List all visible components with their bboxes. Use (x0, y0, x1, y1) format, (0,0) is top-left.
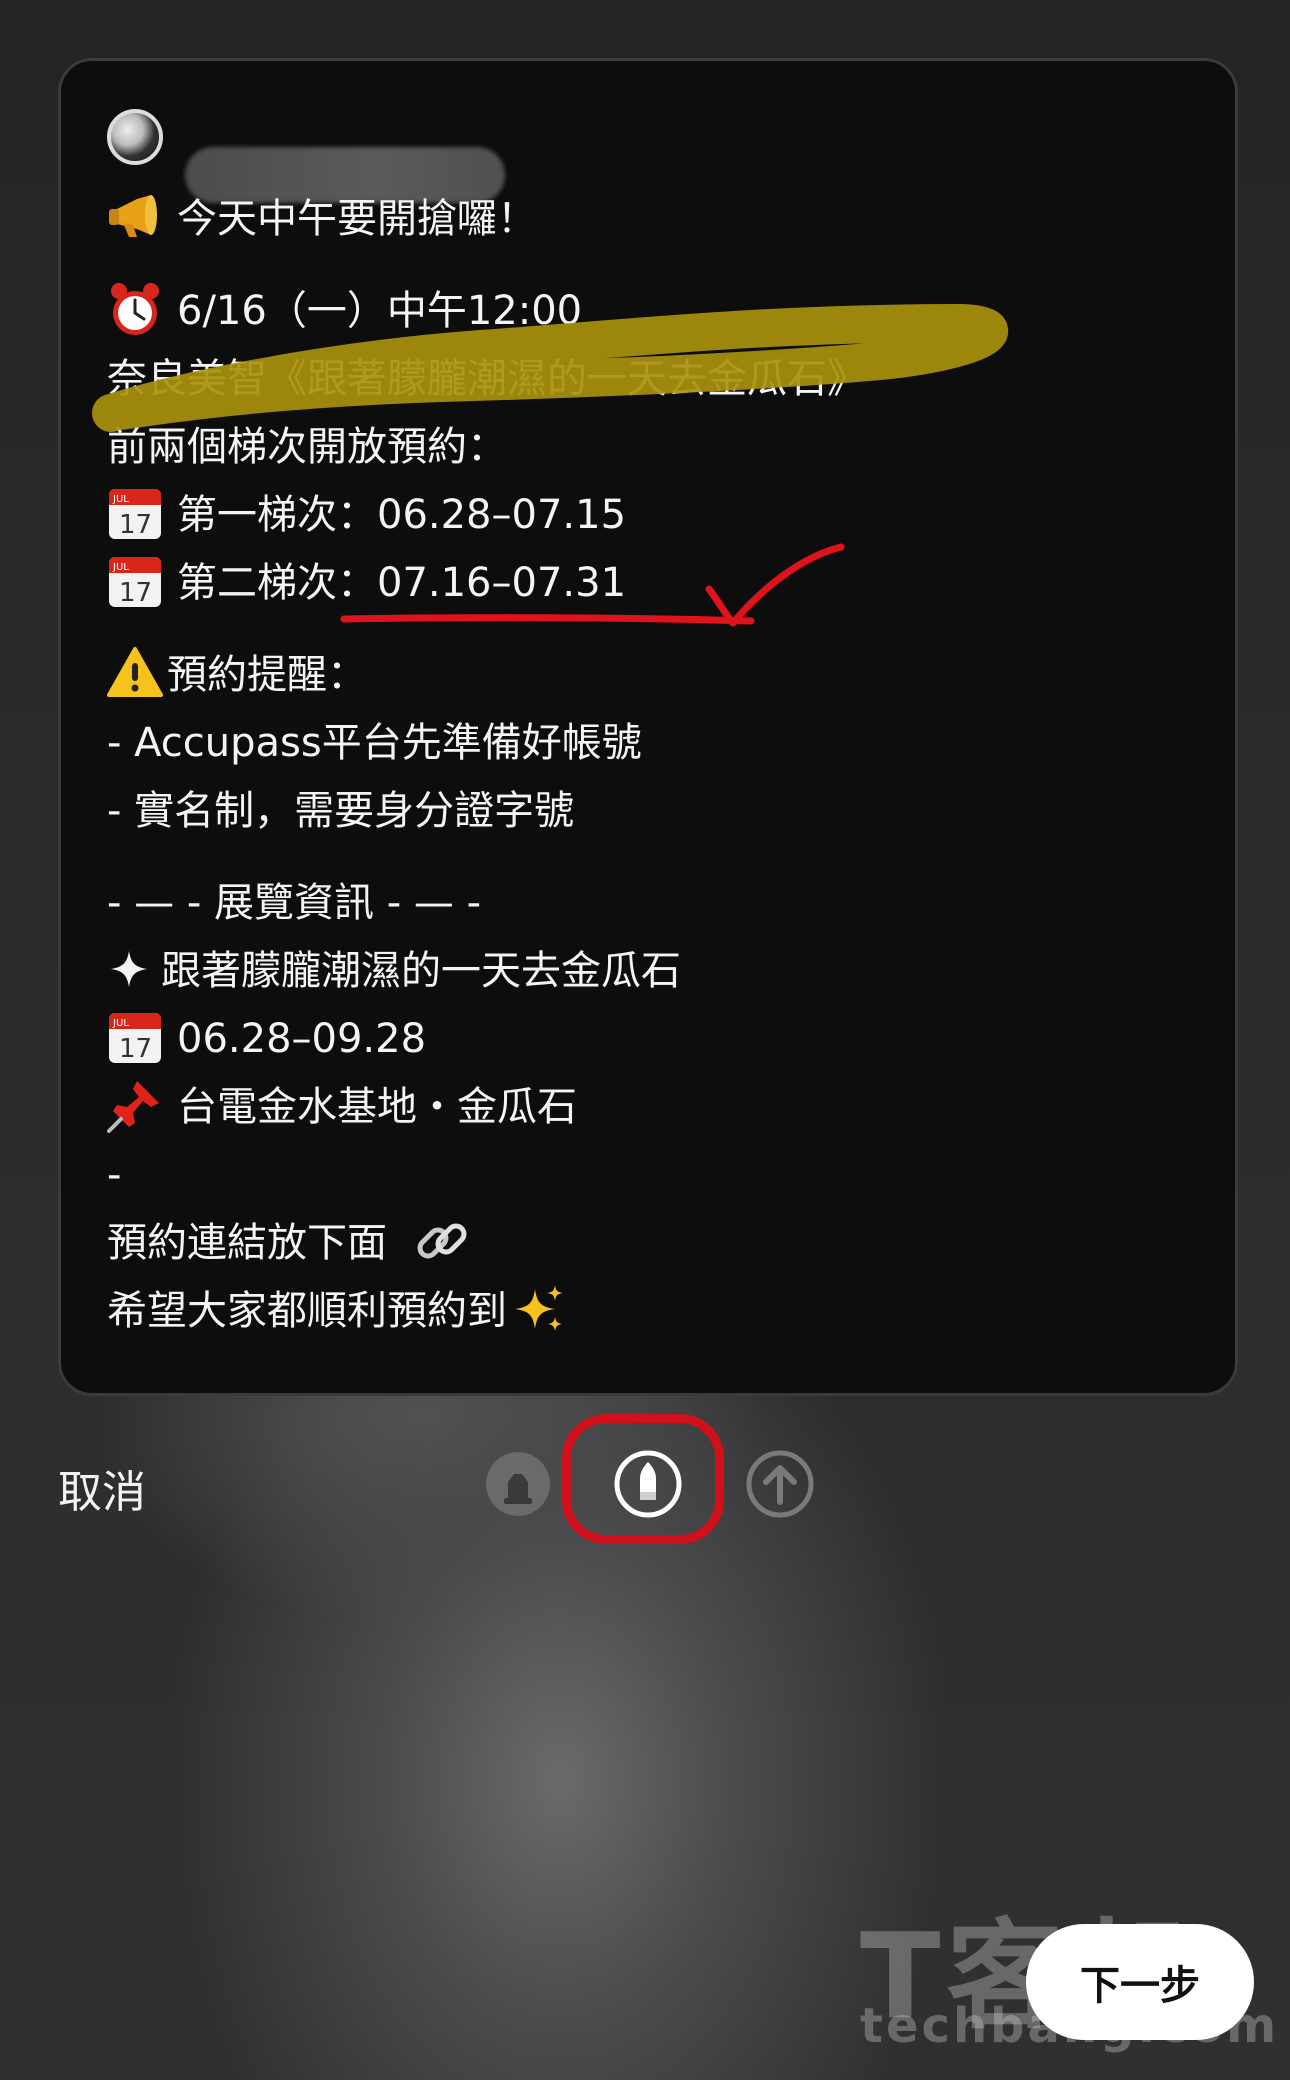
post-line: JUL 17 第一梯次：06.28–07.15 (107, 485, 626, 545)
next-button[interactable]: 下一步 (1026, 1924, 1254, 2040)
post-line: - — - 展覽資訊 - — - (107, 873, 481, 933)
post-line: 今天中午要開搶囉！ (107, 189, 537, 249)
post-line: 預約連結放下面 (107, 1213, 484, 1273)
post-line: - 實名制，需要身分證字號 (107, 781, 574, 841)
highlighter-icon[interactable] (482, 1448, 554, 1520)
calendar-icon: JUL 17 (107, 1009, 163, 1065)
post-line-text: 跟著朦朧潮濕的一天去金瓜石 (161, 948, 681, 994)
post-line: - Accupass平台先準備好帳號 (107, 713, 642, 773)
post-line-text: 台電金水基地・金瓜石 (177, 1084, 577, 1130)
post-line-text: 第一梯次：06.28–07.15 (177, 492, 627, 538)
sparkles-icon (511, 1281, 567, 1337)
svg-text:17: 17 (119, 510, 152, 540)
post-line-text: 06.28–09.28 (177, 1016, 427, 1062)
warning-icon (107, 645, 163, 701)
post-line-text: 奈良美智《跟著朦朧潮濕的一天去金瓜石》 (107, 356, 867, 402)
post-author-header (107, 105, 707, 203)
post-line-text: 希望大家都順利預約到 (107, 1288, 507, 1334)
markup-toolbar: 取消 (0, 1400, 1290, 1560)
post-line: 跟著朦朧潮濕的一天去金瓜石 (107, 941, 681, 1001)
pushpin-icon (107, 1077, 163, 1133)
post-line: 6/16（一）中午12:00 (107, 281, 582, 341)
post-line-text: 第二梯次：07.16–07.31 (177, 560, 627, 606)
post-line: 預約提醒： (107, 645, 367, 705)
cancel-button[interactable]: 取消 (58, 1456, 146, 1520)
svg-text:JUL: JUL (112, 494, 129, 505)
svg-text:JUL: JUL (112, 562, 129, 573)
post-line-text: - — - 展覽資訊 - — - (107, 880, 482, 926)
checkmark-stroke (705, 543, 845, 627)
post-line-text: - (107, 1152, 122, 1198)
post-line: 台電金水基地・金瓜石 (107, 1077, 577, 1137)
pen-icon[interactable] (612, 1448, 684, 1520)
post-line-text: 6/16（一）中午12:00 (177, 288, 583, 334)
svg-text:JUL: JUL (112, 1018, 129, 1029)
alarm-clock-icon (107, 281, 163, 337)
megaphone-icon (107, 189, 163, 245)
underline-stroke (340, 614, 755, 625)
upload-arrow-icon[interactable] (744, 1448, 816, 1520)
post-line: 奈良美智《跟著朦朧潮濕的一天去金瓜石》 (107, 349, 867, 409)
svg-text:17: 17 (119, 1034, 152, 1064)
post-line-text: - Accupass平台先準備好帳號 (107, 720, 642, 766)
post-line: JUL 17 第二梯次：07.16–07.31 (107, 553, 626, 613)
post-line: 前兩個梯次開放預約： (107, 417, 507, 477)
sparkle-star-icon (107, 947, 151, 991)
post-line: 希望大家都順利預約到 (107, 1281, 581, 1341)
post-line: JUL 17 06.28–09.28 (107, 1009, 426, 1069)
post-line-text: 預約連結放下面 (107, 1220, 387, 1266)
post-preview-card: 今天中午要開搶囉！ 6/16（一）中午12:00 奈良美智《跟著朦朧潮濕的一天去… (58, 58, 1238, 1396)
post-line-text: 預約提醒： (167, 652, 367, 698)
link-icon (414, 1213, 470, 1269)
svg-text:17: 17 (119, 578, 152, 608)
post-line: - (107, 1145, 121, 1205)
avatar (107, 109, 163, 165)
post-line-text: 今天中午要開搶囉！ (177, 196, 537, 242)
calendar-icon: JUL 17 (107, 553, 163, 609)
post-line-text: 前兩個梯次開放預約： (107, 424, 507, 470)
calendar-icon: JUL 17 (107, 485, 163, 541)
post-line-text: - 實名制，需要身分證字號 (107, 788, 575, 834)
